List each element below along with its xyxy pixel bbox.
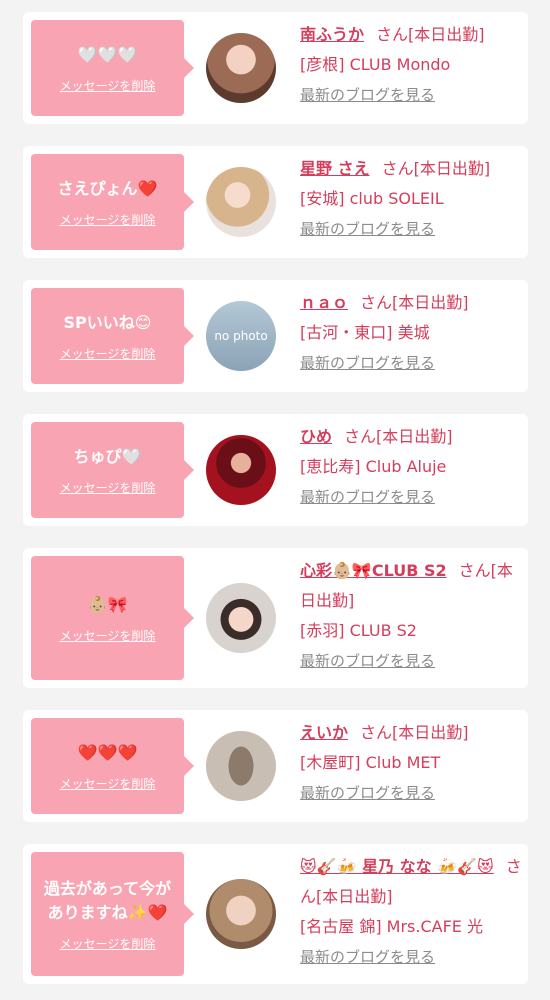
no-photo-text: no photo [214,329,268,343]
delete-message-link[interactable]: メッセージを削除 [60,77,156,94]
avatar[interactable] [206,167,276,237]
cast-name-link[interactable]: 心彩👶🏼🎀CLUB S2 [300,561,447,580]
avatar[interactable] [206,731,276,801]
message-bubble: ちゅぴ🤍 メッセージを削除 [31,422,194,518]
avatar[interactable] [206,879,276,949]
shop-text: [木屋町] Club MET [300,753,441,772]
message-card: SPいいね😊 メッセージを削除 no photo ｎａｏ さん[本日出勤] [古河… [23,280,528,392]
message-bubble: 🤍🤍🤍 メッセージを削除 [31,20,194,116]
status-text: さん[本日出勤] [381,159,491,178]
latest-blog-link[interactable]: 最新のブログを見る [300,348,522,378]
message-card: ❤️❤️❤️ メッセージを削除 えいか さん[本日出勤] [木屋町] Club M… [23,710,528,822]
message-text: SPいいね😊 [63,312,152,332]
status-text: さん[本日出勤] [376,25,485,44]
status-text: さん[本日出勤] [360,723,469,742]
message-card: 過去があって今がありますね✨❤️ メッセージを削除 😻🎸🍻 星乃 なな 🍻🎸😻 さ… [23,844,528,984]
shop-text: [赤羽] CLUB S2 [300,621,417,640]
delete-message-link[interactable]: メッセージを削除 [60,479,156,496]
cast-name-link[interactable]: えいか [300,723,348,742]
message-card: 👶🏼🎀 メッセージを削除 心彩👶🏼🎀CLUB S2 さん[本日出勤] [赤羽] C… [23,548,528,688]
delete-message-link[interactable]: メッセージを削除 [60,775,156,792]
avatar-no-photo[interactable]: no photo [206,301,276,371]
status-text: さん[本日出勤] [344,427,453,446]
delete-message-link[interactable]: メッセージを削除 [60,211,156,228]
message-bubble: SPいいね😊 メッセージを削除 [31,288,194,384]
shop-text: [古河・東口] 美城 [300,323,430,342]
message-card: 🤍🤍🤍 メッセージを削除 南ふうか さん[本日出勤] [彦根] CLUB Mond… [23,12,528,124]
avatar[interactable] [206,583,276,653]
delete-message-link[interactable]: メッセージを削除 [60,345,156,362]
message-text: 🤍🤍🤍 [77,44,138,64]
cast-name-link[interactable]: 😻🎸🍻 星乃 なな 🍻🎸😻 [300,857,494,876]
message-card: ちゅぴ🤍 メッセージを削除 ひめ さん[本日出勤] [恵比寿] Club Aluj… [23,414,528,526]
message-bubble: 過去があって今がありますね✨❤️ メッセージを削除 [31,852,194,976]
shop-text: [安城] club SOLEIL [300,189,444,208]
cast-name-link[interactable]: 星野 さえ [300,159,370,178]
cast-name-link[interactable]: 南ふうか [300,25,364,44]
shop-text: [彦根] CLUB Mondo [300,55,451,74]
cast-name-link[interactable]: ｎａｏ [300,293,348,312]
message-text: ❤️❤️❤️ [77,742,138,762]
cast-name-link[interactable]: ひめ [300,427,332,446]
delete-message-link[interactable]: メッセージを削除 [60,935,156,952]
latest-blog-link[interactable]: 最新のブログを見る [300,646,522,676]
message-text: さえぴょん❤️ [57,178,158,198]
message-card: さえぴょん❤️ メッセージを削除 星野 さえ さん[本日出勤] [安城] club… [23,146,528,258]
shop-text: [名古屋 錦] Mrs.CAFE 光 [300,917,483,936]
latest-blog-link[interactable]: 最新のブログを見る [300,80,522,110]
latest-blog-link[interactable]: 最新のブログを見る [300,214,522,244]
message-text: ちゅぴ🤍 [73,446,142,466]
message-bubble: 👶🏼🎀 メッセージを削除 [31,556,194,680]
message-text: 過去があって今がありますね✨❤️ [43,878,172,922]
latest-blog-link[interactable]: 最新のブログを見る [300,778,522,808]
status-text: さん[本日出勤] [360,293,469,312]
message-bubble: ❤️❤️❤️ メッセージを削除 [31,718,194,814]
avatar[interactable] [206,33,276,103]
message-bubble: さえぴょん❤️ メッセージを削除 [31,154,194,250]
latest-blog-link[interactable]: 最新のブログを見る [300,942,522,972]
avatar[interactable] [206,435,276,505]
shop-text: [恵比寿] Club Aluje [300,457,447,476]
message-text: 👶🏼🎀 [87,594,128,614]
delete-message-link[interactable]: メッセージを削除 [60,627,156,644]
latest-blog-link[interactable]: 最新のブログを見る [300,482,522,512]
